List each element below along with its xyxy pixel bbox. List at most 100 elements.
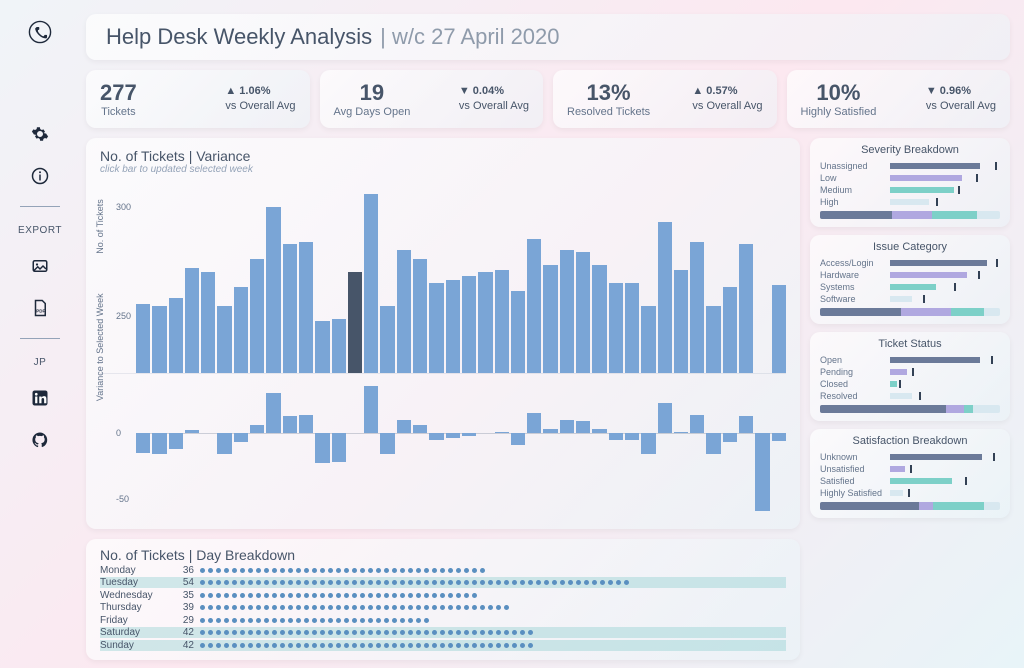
week-bar[interactable] <box>332 319 346 373</box>
variance-bar[interactable] <box>397 380 411 519</box>
week-bar[interactable] <box>152 306 166 373</box>
logo-phone-icon <box>28 20 52 44</box>
day-value: 35 <box>168 590 194 601</box>
week-bar[interactable] <box>413 259 427 373</box>
week-bar[interactable] <box>739 244 753 373</box>
github-icon[interactable] <box>28 428 52 452</box>
variance-bar[interactable] <box>706 380 720 519</box>
variance-bar[interactable] <box>169 380 183 519</box>
week-bar[interactable] <box>266 207 280 373</box>
variance-bar[interactable] <box>576 380 590 519</box>
week-bar[interactable] <box>690 242 704 374</box>
week-bar[interactable] <box>495 270 509 374</box>
week-bar[interactable] <box>234 287 248 373</box>
variance-bar[interactable] <box>592 380 606 519</box>
variance-bar[interactable] <box>152 380 166 519</box>
variance-bar[interactable] <box>495 380 509 519</box>
week-bar[interactable] <box>299 242 313 374</box>
variance-bar[interactable] <box>674 380 688 519</box>
week-bar[interactable] <box>641 306 655 373</box>
kpi-value: 19 <box>334 80 411 106</box>
variance-bar[interactable] <box>658 380 672 519</box>
week-bar[interactable] <box>723 287 737 373</box>
week-bar[interactable] <box>315 321 329 373</box>
breakdown-label: Low <box>820 173 885 183</box>
week-bar[interactable] <box>462 276 476 373</box>
variance-bar[interactable] <box>462 380 476 519</box>
week-bar[interactable] <box>527 239 541 373</box>
week-bar[interactable] <box>136 304 150 373</box>
variance-bar[interactable] <box>641 380 655 519</box>
breakdown-label: Access/Login <box>820 258 885 268</box>
week-bar[interactable] <box>201 272 215 373</box>
week-bar[interactable] <box>348 272 362 373</box>
variance-bar[interactable] <box>609 380 623 519</box>
week-bar[interactable] <box>217 306 231 373</box>
tickets-bar-chart[interactable]: No. of Tickets 300250 <box>100 179 786 374</box>
variance-bar[interactable] <box>250 380 264 519</box>
variance-bar[interactable] <box>527 380 541 519</box>
week-bar[interactable] <box>446 280 460 373</box>
week-bar[interactable] <box>576 252 590 373</box>
week-bar[interactable] <box>772 285 786 373</box>
info-icon[interactable] <box>28 164 52 188</box>
week-bar[interactable] <box>560 250 574 373</box>
variance-bar[interactable] <box>201 380 215 519</box>
week-bar[interactable] <box>429 283 443 374</box>
variance-bar[interactable] <box>723 380 737 519</box>
variance-bar[interactable] <box>739 380 753 519</box>
variance-bar[interactable] <box>543 380 557 519</box>
day-value: 36 <box>168 565 194 576</box>
variance-bar[interactable] <box>136 380 150 519</box>
week-bar[interactable] <box>674 270 688 374</box>
week-bar[interactable] <box>592 265 606 373</box>
week-bar[interactable] <box>511 291 525 373</box>
week-bar[interactable] <box>478 272 492 373</box>
variance-bar[interactable] <box>380 380 394 519</box>
breakdown-label: Pending <box>820 367 885 377</box>
week-bar[interactable] <box>609 283 623 374</box>
linkedin-icon[interactable] <box>28 386 52 410</box>
week-bar[interactable] <box>364 194 378 373</box>
variance-bar[interactable] <box>185 380 199 519</box>
variance-bar[interactable] <box>446 380 460 519</box>
variance-bar[interactable] <box>690 380 704 519</box>
variance-bar[interactable] <box>413 380 427 519</box>
kpi-card-3: 10%Highly Satisfied 0.96%vs Overall Avg <box>787 70 1011 128</box>
variance-bar[interactable] <box>364 380 378 519</box>
variance-bar[interactable] <box>332 380 346 519</box>
variance-bar[interactable] <box>429 380 443 519</box>
day-dots <box>200 580 786 585</box>
variance-bar[interactable] <box>299 380 313 519</box>
week-bar[interactable] <box>283 244 297 373</box>
variance-bar[interactable] <box>560 380 574 519</box>
week-bar[interactable] <box>169 298 183 374</box>
week-bar[interactable] <box>250 259 264 373</box>
week-bar[interactable] <box>706 306 720 373</box>
week-bar[interactable] <box>380 306 394 373</box>
week-bar[interactable] <box>658 222 672 373</box>
variance-bar[interactable] <box>283 380 297 519</box>
breakdown-title: Ticket Status <box>820 338 1000 350</box>
breakdown-title: Severity Breakdown <box>820 144 1000 156</box>
variance-bar[interactable] <box>755 380 769 519</box>
variance-bar[interactable] <box>478 380 492 519</box>
main-content: Help Desk Weekly Analysis | w/c 27 April… <box>80 0 1024 668</box>
variance-bar[interactable] <box>511 380 525 519</box>
variance-bar[interactable] <box>266 380 280 519</box>
variance-bar[interactable] <box>217 380 231 519</box>
variance-bar[interactable] <box>315 380 329 519</box>
export-image-icon[interactable] <box>28 254 52 278</box>
variance-bar[interactable] <box>348 380 362 519</box>
week-bar[interactable] <box>397 250 411 373</box>
breakdown-panel: Severity Breakdown Unassigned Low Medium… <box>810 138 1010 227</box>
variance-bar[interactable] <box>625 380 639 519</box>
week-bar[interactable] <box>185 268 199 374</box>
settings-icon[interactable] <box>28 122 52 146</box>
week-bar[interactable] <box>543 265 557 373</box>
variance-bar[interactable] <box>772 380 786 519</box>
variance-bar[interactable] <box>234 380 248 519</box>
export-pdf-icon[interactable]: PDF <box>28 296 52 320</box>
week-bar[interactable] <box>625 283 639 374</box>
variance-bar-chart[interactable]: Variance to Selected Week 0-50 <box>100 380 786 519</box>
